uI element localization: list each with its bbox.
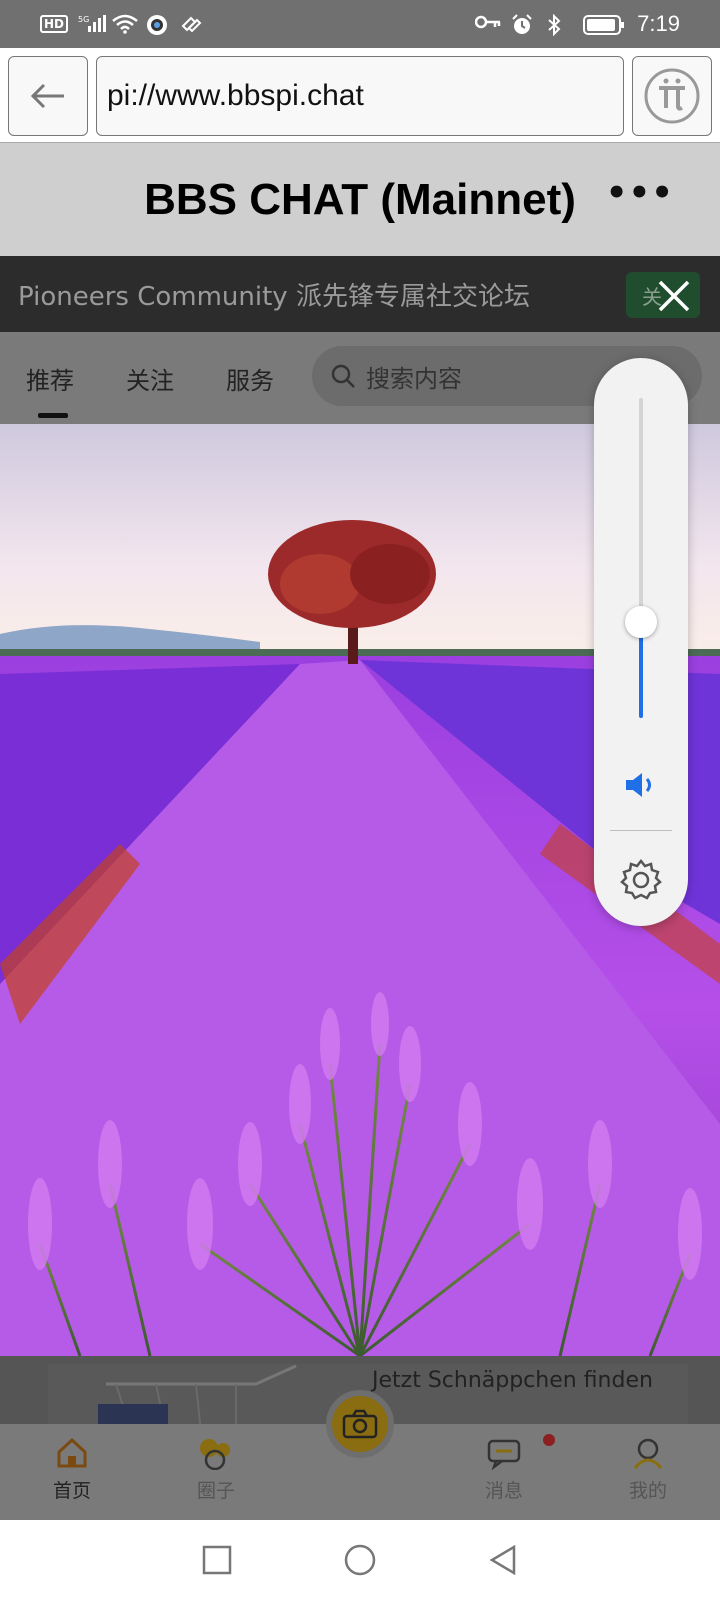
alarm-icon <box>511 14 535 34</box>
key-icon <box>475 14 501 34</box>
pi-browser-button[interactable] <box>632 56 712 136</box>
tab-following[interactable]: 关注 <box>126 361 174 396</box>
battery-icon <box>583 14 625 35</box>
volume-panel <box>594 358 688 926</box>
browser-toolbar: pi://www.bbspi.chat <box>0 48 720 142</box>
profile-icon <box>633 1438 663 1469</box>
tab-services[interactable]: 服务 <box>226 361 274 396</box>
app-title-bar: BBS CHAT (Mainnet) ••• <box>0 142 720 256</box>
community-banner: Pioneers Community 派先锋专属社交论坛 关 <box>0 256 720 332</box>
system-navigation-bar <box>0 1520 720 1600</box>
nav-profile[interactable]: 我的 <box>608 1436 688 1503</box>
clock: 7:19 <box>637 11 680 36</box>
camera-button[interactable] <box>326 1390 394 1458</box>
volume-slider-thumb[interactable] <box>625 606 657 638</box>
search-icon <box>331 364 355 388</box>
volume-slider[interactable] <box>639 398 643 718</box>
app-notification-icon <box>180 14 204 34</box>
nav-circles-label: 圈子 <box>196 1480 235 1502</box>
url-input[interactable]: pi://www.bbspi.chat <box>96 56 624 136</box>
ad-text: Jetzt Schnäppchen finden <box>372 1368 653 1393</box>
circles-icon <box>200 1439 230 1470</box>
gear-icon[interactable] <box>619 858 663 902</box>
search-placeholder: 搜索内容 <box>366 364 462 393</box>
back-triangle-icon[interactable] <box>487 1544 519 1576</box>
nav-home[interactable]: 首页 <box>32 1436 112 1503</box>
page-title: BBS CHAT (Mainnet) <box>144 174 576 224</box>
wifi-icon <box>112 14 138 34</box>
signal-label: 5G <box>78 15 89 24</box>
camera-icon <box>342 1409 378 1439</box>
nav-messages[interactable]: 消息 <box>464 1436 544 1503</box>
hd-badge: HD <box>40 15 69 33</box>
panel-divider <box>610 830 672 831</box>
nav-home-label: 首页 <box>52 1480 91 1502</box>
home-circle-icon[interactable] <box>343 1543 377 1577</box>
pi-logo-icon <box>644 68 700 124</box>
tab-recommended[interactable]: 推荐 <box>26 361 74 418</box>
nav-messages-label: 消息 <box>484 1480 523 1502</box>
vpn-icon <box>146 14 170 35</box>
nav-circles[interactable]: 圈子 <box>176 1436 256 1503</box>
recents-icon[interactable] <box>201 1544 233 1576</box>
speaker-icon[interactable] <box>624 770 658 800</box>
community-title: Pioneers Community 派先锋专属社交论坛 <box>18 281 530 312</box>
close-icon[interactable] <box>654 276 694 316</box>
back-button[interactable] <box>8 56 88 136</box>
more-options-icon[interactable]: ••• <box>606 176 674 210</box>
bottom-navigation: 首页 圈子 消息 我的 <box>0 1390 720 1520</box>
arrow-left-icon <box>30 83 64 109</box>
bluetooth-icon <box>547 14 571 36</box>
nav-profile-label: 我的 <box>628 1480 667 1502</box>
message-icon <box>487 1439 521 1470</box>
unread-badge <box>543 1434 555 1446</box>
home-icon <box>57 1437 87 1468</box>
cell-signal-icon: 5G <box>78 14 107 34</box>
status-bar: HD 5G 7:19 <box>0 0 720 48</box>
